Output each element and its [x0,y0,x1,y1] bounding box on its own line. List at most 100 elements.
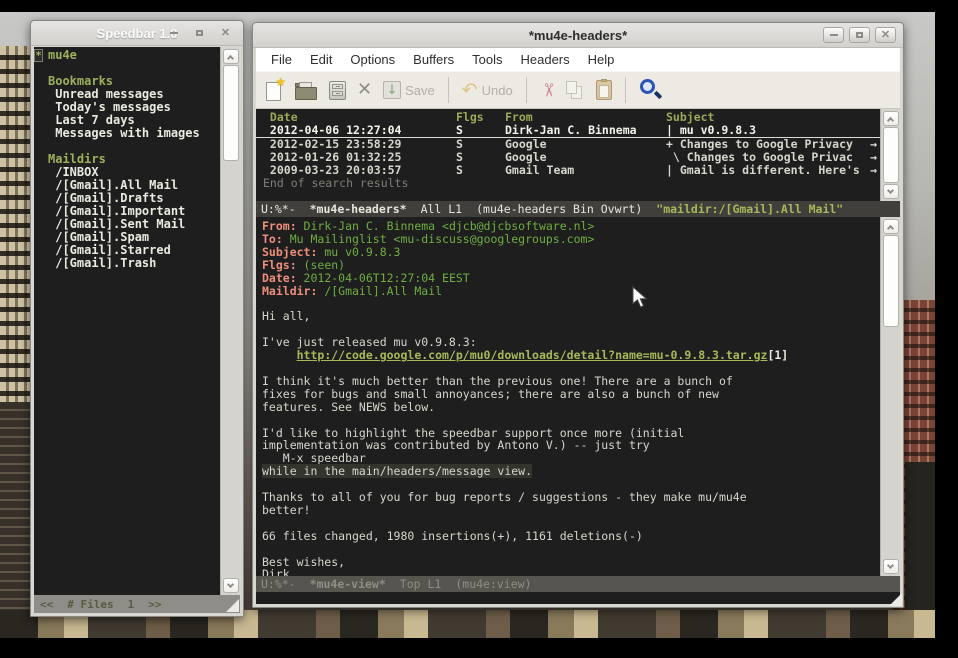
speedbar-titlebar[interactable]: Speedbar 1.0 ✕ [31,21,243,46]
maximize-button[interactable] [189,25,210,41]
header-date: 2012-04-06 12:27:04 [263,124,456,137]
save-label: Save [405,83,435,98]
scroll-up-button[interactable] [883,111,899,126]
field-label: Date: [262,271,297,285]
header-from: Dirk-Jan C. Binnema [505,124,666,137]
modeline-position: Top L1 [400,577,442,591]
header-from: Gmail Team [505,164,666,177]
menu-help[interactable]: Help [579,50,624,69]
header-subject: | mu v0.9.8.3 [666,124,866,137]
header-flags: S [456,124,505,137]
close-button[interactable]: ✕ [215,25,236,41]
file-cabinet-icon [329,81,346,100]
search-icon [639,78,663,102]
scroll-down-button[interactable] [883,559,899,574]
field-value: 2012-04-06T12:27:04 EEST [297,271,470,285]
body-line [262,517,880,530]
open-file-button[interactable] [295,81,318,100]
close-button[interactable]: ✕ [875,27,896,43]
menu-headers[interactable]: Headers [511,50,578,69]
view-scrollbar[interactable] [880,217,900,576]
modeline-modes: (mu4e-headers Bin Ovwrt) [476,202,642,216]
headers-rows: DateFlgsFromSubject 2012-04-06 12:27:04S… [256,109,880,201]
paste-button[interactable] [596,80,612,100]
new-file-button[interactable]: ★ [266,79,284,101]
header-row[interactable]: 2012-04-06 12:27:04SDirk-Jan C. Binnema|… [256,124,880,138]
modeline-maildir: "maildir:/[Gmail].All Mail" [656,202,843,216]
dired-button[interactable] [329,81,346,100]
speedbar-root[interactable]: mu4e [43,49,220,62]
scroll-up-button[interactable] [223,49,239,64]
scroll-up-button[interactable] [883,219,899,234]
undo-button[interactable]: ↶ Undo [462,81,513,100]
speedbar-list: mu4e Bookmarks Unread messages Today's m… [43,47,220,595]
menu-buffers[interactable]: Buffers [404,50,463,69]
chevron-down-icon [887,562,894,569]
column-header-subject[interactable]: Subject [666,111,866,124]
menu-edit[interactable]: Edit [301,50,341,69]
minimize-icon [170,32,178,34]
speedbar-item[interactable]: Messages with images [43,127,220,140]
speedbar-expand-marker[interactable]: * [34,49,43,62]
menu-options[interactable]: Options [341,50,404,69]
header-flags: S [456,164,505,177]
menu-tools[interactable]: Tools [463,50,511,69]
search-button[interactable] [639,78,663,102]
toolbar-separator [526,77,527,103]
message-field: Subject: mu v0.9.8.3 [262,246,880,259]
body-line: Best wishes, [262,556,880,569]
speedbar-scrollbar[interactable] [220,47,240,595]
minimize-button[interactable] [823,27,844,43]
scroll-down-button[interactable] [883,184,899,199]
header-subject: | Gmail is different. Here's [666,164,866,177]
speedbar-file-count: 1 [128,598,135,611]
header-subject: \ Changes to Google Privac [666,151,866,164]
close-buffer-button[interactable]: ✕ [357,81,372,99]
mu4e-titlebar[interactable]: *mu4e-headers* ✕ [253,23,903,48]
headers-modeline: U:%*- *mu4e-headers* All L1 (mu4e-header… [256,201,900,217]
modeline-position: All L1 [421,202,463,216]
modeline-modes: (mu4e:view) [455,577,531,591]
close-icon: ✕ [881,30,890,41]
field-value: /[Gmail].All Mail [317,284,442,298]
modeline-status: U:%*- [261,202,296,216]
maximize-icon [856,32,863,38]
new-file-icon: ★ [266,79,284,101]
cut-button[interactable]: ✂ [540,81,555,99]
body-line: while in the main/headers/message view. [262,465,880,478]
scrollbar-thumb[interactable] [223,65,239,161]
field-label: From: [262,219,297,233]
scrollbar-thumb[interactable] [883,235,899,327]
column-header-flgs[interactable]: Flgs [456,111,505,124]
undo-label: Undo [482,83,513,98]
minimize-button[interactable] [163,25,184,41]
resize-grip[interactable] [889,593,902,606]
body-line [262,543,880,556]
speedbar-files-toggle[interactable]: # Files [67,598,113,611]
mu4e-window: *mu4e-headers* ✕ FileEditOptionsBuffersT… [252,22,904,608]
headers-scrollbar[interactable] [880,109,900,201]
header-flags: S [456,151,505,164]
copy-icon [566,81,585,100]
menu-file[interactable]: File [262,50,301,69]
speedbar-prev-button[interactable]: << [40,598,53,611]
speedbar-item[interactable]: /[Gmail].Trash [43,257,220,270]
body-link[interactable]: http://code.google.com/p/mu0/downloads/d… [297,348,768,362]
scroll-down-button[interactable] [223,578,239,593]
undo-icon: ↶ [462,81,478,100]
link-prefix [262,348,297,362]
toolbar-separator [625,77,626,103]
body-line: I think it's much better than the previo… [262,375,880,388]
link-footnote: [1] [767,348,788,362]
speedbar-next-button[interactable]: >> [148,598,161,611]
body-line [262,297,880,310]
headers-pane: DateFlgsFromSubject 2012-04-06 12:27:04S… [256,109,900,201]
view-modeline: U:%*- *mu4e-view* Top L1 (mu4e:view) [256,576,900,592]
maximize-button[interactable] [849,27,870,43]
toolbar-separator [448,77,449,103]
save-button[interactable]: ↓ Save [383,81,435,99]
resize-grip[interactable] [226,599,239,612]
scrollbar-thumb[interactable] [883,127,899,183]
copy-button[interactable] [566,81,585,100]
header-flags: S [456,138,505,151]
